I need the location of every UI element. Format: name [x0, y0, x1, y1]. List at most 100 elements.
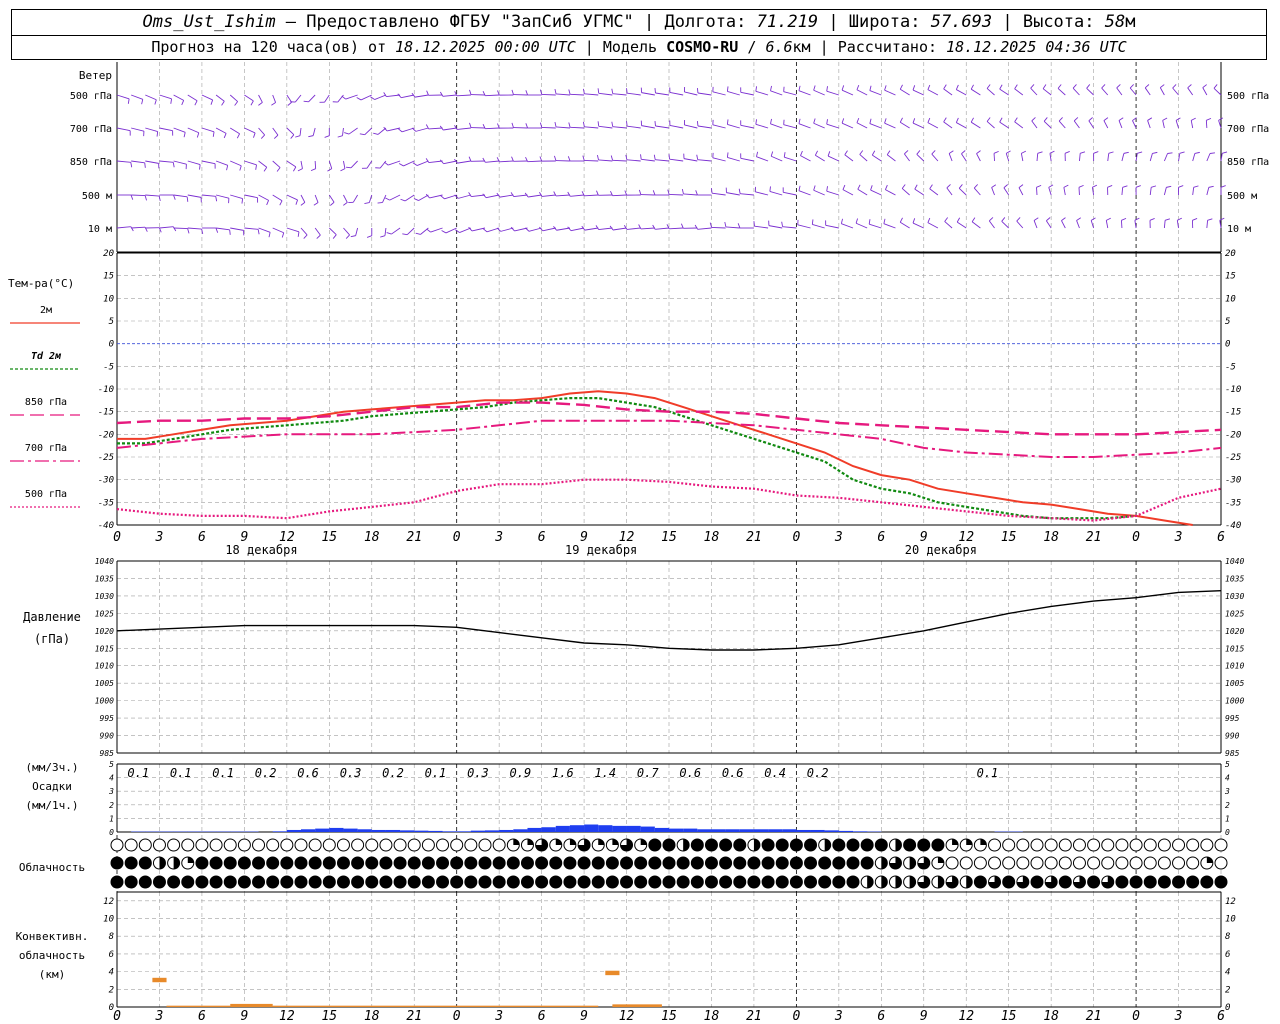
wind-barb — [652, 224, 670, 230]
wind-barb — [1118, 117, 1124, 129]
cloud-cover-symbol — [1030, 856, 1044, 870]
wind-barb — [1120, 217, 1127, 229]
cloud-circle — [450, 875, 464, 889]
wind-barb-feather — [1058, 117, 1063, 122]
wind-barb-feather — [1144, 84, 1150, 89]
wind-barb-feather — [303, 234, 308, 239]
wind-barb-feather — [640, 154, 642, 160]
wind-barb-shaft — [1149, 153, 1153, 162]
wind-barb-shaft — [813, 122, 825, 129]
wind-barb-feather — [800, 150, 803, 156]
cloud-cover-symbol — [860, 856, 874, 870]
wind-barb-shaft — [430, 227, 443, 233]
cloud-cover-symbol — [1200, 856, 1214, 870]
wind-barb — [825, 220, 839, 229]
wind-barb-shaft — [1163, 220, 1166, 229]
wind-barb-feather — [1134, 217, 1140, 221]
wind-barb — [244, 94, 254, 106]
wind-barb-shaft — [626, 227, 641, 230]
wind-barb — [1135, 185, 1141, 195]
cloud-circle — [789, 856, 803, 870]
wind-barb-shaft — [798, 123, 811, 129]
wind-barb-shaft — [366, 160, 373, 169]
wind-barb — [413, 194, 429, 201]
cloud-cover-symbol — [945, 875, 959, 889]
wind-barb-feather — [439, 159, 444, 164]
wind-barb-feather — [194, 100, 198, 106]
cloud-cover-symbol — [308, 838, 322, 852]
cloud-cover-symbol — [662, 875, 676, 889]
wind-barb-feather — [973, 184, 978, 189]
wind-barb — [725, 187, 740, 196]
wind-barb-shaft — [173, 227, 188, 229]
wind-barb-feather — [654, 87, 656, 94]
wind-barb — [1101, 84, 1109, 96]
cloud-circle — [421, 856, 435, 870]
wind-barb — [348, 194, 359, 204]
cloud-circle — [181, 838, 195, 852]
wind-barb-shaft — [382, 194, 387, 203]
wind-barb-feather — [626, 121, 628, 127]
wind-barb-shaft — [355, 227, 359, 236]
precip-bar — [400, 830, 415, 832]
wind-barb-feather — [1179, 151, 1185, 154]
wind-barb-shaft — [727, 90, 740, 96]
wind-barb-shaft — [931, 153, 939, 162]
convective-bar — [230, 1003, 273, 1007]
cloud-cover-symbol — [973, 856, 987, 870]
wind-barb-feather — [596, 190, 599, 196]
wind-barb — [553, 226, 570, 231]
wind-barb — [855, 218, 868, 229]
wind-barb-shaft — [655, 227, 670, 230]
wind-barb-feather — [726, 119, 729, 125]
precip-3h-label: 0.1 — [977, 766, 999, 780]
cloud-cover-symbol — [917, 875, 931, 889]
wind-barb-shaft — [927, 122, 939, 129]
wind-barb — [215, 194, 230, 204]
cloud-circle — [605, 875, 619, 889]
wind-barb — [145, 227, 162, 233]
cloud-cover-symbol — [1087, 875, 1101, 889]
cloud-circle — [775, 856, 789, 870]
cloud-cover-symbol — [1186, 875, 1200, 889]
wind-barb-shaft — [389, 194, 401, 201]
wind-barb — [385, 194, 401, 201]
cloud-circle — [365, 875, 379, 889]
cloud-circle — [110, 856, 124, 870]
wind-barb-feather — [170, 98, 173, 104]
precip-3h-label: 0.1 — [170, 766, 192, 780]
wind-barb-feather — [738, 188, 741, 194]
wind-barb — [904, 150, 910, 162]
x-tick-label: 0 — [1132, 1009, 1140, 1024]
x-tick-label: 6 — [1217, 1009, 1225, 1024]
wind-barb-shaft — [598, 125, 613, 129]
wind-barb — [383, 92, 401, 98]
wind-barb-shaft — [258, 160, 268, 168]
wind-barb-shaft — [201, 194, 216, 197]
wind-barb — [567, 156, 585, 162]
wind-barb — [899, 217, 910, 229]
cloud-cover-symbol — [436, 875, 450, 889]
wind-barb-shaft — [1036, 153, 1039, 162]
wind-barb — [916, 150, 925, 162]
wind-barb — [350, 227, 359, 238]
wind-barb — [230, 194, 244, 204]
wind-barb — [568, 89, 585, 96]
wind-barb-shaft — [782, 226, 797, 229]
wind-barb-feather — [859, 150, 864, 155]
wind-barb-shaft — [230, 194, 243, 200]
wind-barb-feather — [1078, 184, 1084, 188]
wind-barb — [640, 87, 655, 96]
wind-barb — [258, 227, 271, 238]
x-tick-label: 3 — [155, 1009, 164, 1024]
legend-label-td2m: Td 2м — [31, 351, 62, 362]
wind-barb — [610, 190, 627, 197]
wind-barb-shaft — [216, 227, 230, 231]
y-tick-label-right: 20 — [1225, 249, 1236, 259]
cloud-fill — [909, 857, 916, 869]
wind-barb-feather — [652, 224, 656, 230]
wind-barb — [709, 222, 726, 229]
wind-barb-feather — [1046, 217, 1051, 222]
precip-bar — [301, 829, 316, 832]
wind-barb — [215, 94, 225, 106]
